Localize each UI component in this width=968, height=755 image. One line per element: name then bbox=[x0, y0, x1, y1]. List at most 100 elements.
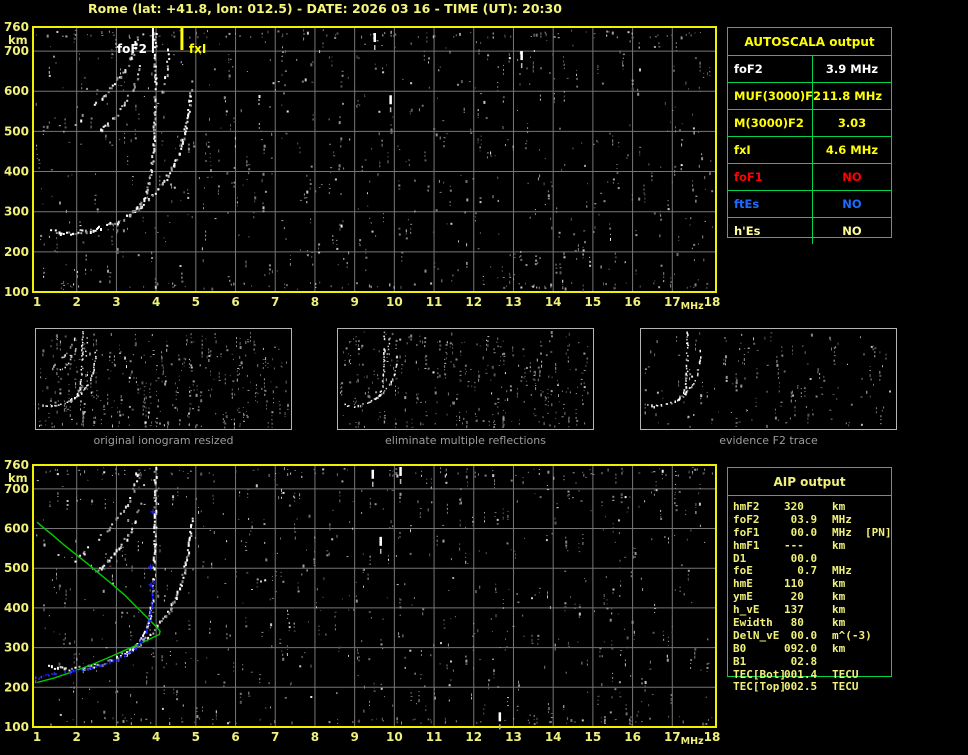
y-tick: 760 bbox=[4, 458, 29, 472]
param-label: h'Es bbox=[734, 224, 761, 238]
param-label: D1 bbox=[733, 551, 747, 565]
x-tick: 1 bbox=[33, 295, 41, 309]
aip-row: B1 02.8 bbox=[727, 655, 957, 668]
table-row: h'Es NO bbox=[728, 217, 891, 244]
param-unit: TECU bbox=[832, 680, 859, 694]
y-axis-unit: km bbox=[8, 471, 28, 485]
x-tick: 8 bbox=[311, 730, 319, 744]
y-tick: 760 bbox=[4, 20, 29, 34]
param-unit: km bbox=[832, 616, 846, 630]
param-label: M(3000)F2 bbox=[734, 116, 804, 130]
param-label: hmE bbox=[733, 577, 753, 591]
y-tick: 300 bbox=[4, 205, 29, 219]
param-value: NO bbox=[812, 164, 891, 190]
x-tick: 16 bbox=[624, 730, 641, 744]
param-value: 3.9 MHz bbox=[812, 56, 891, 82]
param-value: 3.03 bbox=[812, 110, 891, 136]
param-unit: MHz bbox=[832, 525, 852, 539]
x-tick: 9 bbox=[350, 730, 358, 744]
x-tick: 8 bbox=[311, 295, 319, 309]
param-value: 320 bbox=[784, 500, 804, 513]
table-row: foF2 3.9 MHz bbox=[728, 56, 891, 82]
x-tick: 11 bbox=[426, 730, 443, 744]
autoscala-output-table: AUTOSCALA output foF2 3.9 MHz MUF(3000)F… bbox=[727, 27, 892, 244]
param-value: 03.9 bbox=[784, 512, 818, 526]
annotation-fxI: fxI bbox=[189, 42, 206, 56]
param-label: fxI bbox=[734, 143, 751, 157]
param-value: 137 bbox=[784, 603, 804, 617]
x-tick: 15 bbox=[585, 295, 602, 309]
page-title: Rome (lat: +41.8, lon: 012.5) - DATE: 20… bbox=[88, 1, 562, 16]
param-label: hmF1 bbox=[733, 538, 760, 552]
param-label: h_vE bbox=[733, 603, 760, 617]
x-tick: 12 bbox=[465, 730, 482, 744]
x-tick: 10 bbox=[386, 730, 403, 744]
y-tick: 100 bbox=[4, 285, 29, 299]
x-tick: 6 bbox=[231, 295, 239, 309]
x-tick: 14 bbox=[545, 295, 562, 309]
aip-table-header: AIP output bbox=[728, 468, 891, 496]
x-tick: 16 bbox=[624, 295, 641, 309]
param-label: TEC[Bot] bbox=[733, 667, 786, 681]
x-tick: 2 bbox=[73, 295, 81, 309]
x-tick: 3 bbox=[112, 295, 120, 309]
y-tick: 200 bbox=[4, 245, 29, 259]
panel-caption: original ionogram resized bbox=[93, 434, 234, 447]
aip-row: hmF1 --- km bbox=[727, 539, 957, 552]
x-tick: 15 bbox=[585, 730, 602, 744]
param-unit: km bbox=[832, 590, 846, 604]
aip-row: B0 092.0 km bbox=[727, 642, 957, 655]
x-tick: 6 bbox=[231, 730, 239, 744]
autoscala-table-header: AUTOSCALA output bbox=[728, 28, 891, 56]
x-axis-unit: MHz bbox=[681, 736, 704, 747]
param-label: B0 bbox=[733, 641, 747, 655]
y-tick: 300 bbox=[4, 641, 29, 655]
param-label: ymE bbox=[733, 590, 753, 604]
aip-row: ymE 20 km bbox=[727, 590, 957, 603]
param-label: B1 bbox=[733, 654, 747, 668]
panel-original-ionogram bbox=[35, 328, 292, 430]
panel-caption: evidence F2 trace bbox=[719, 434, 818, 447]
table-row: fxI 4.6 MHz bbox=[728, 136, 891, 163]
param-value: 80 bbox=[784, 616, 804, 630]
param-label: TEC[Top] bbox=[733, 680, 786, 694]
x-tick: 4 bbox=[152, 730, 160, 744]
aip-row: h_vE 137 km bbox=[727, 603, 957, 616]
param-value: 092.0 bbox=[784, 641, 818, 655]
aip-row: foE 0.7 MHz bbox=[727, 564, 957, 577]
x-tick: 3 bbox=[112, 730, 120, 744]
param-label: Ewidth bbox=[733, 616, 773, 630]
param-label: foF2 bbox=[734, 62, 763, 76]
x-tick: 1 bbox=[33, 730, 41, 744]
param-unit: km bbox=[832, 500, 846, 513]
x-tick: 13 bbox=[505, 295, 522, 309]
x-tick: 14 bbox=[545, 730, 562, 744]
param-value: 11.8 MHz bbox=[812, 83, 891, 109]
param-unit: km bbox=[832, 538, 846, 552]
x-tick: 7 bbox=[271, 730, 279, 744]
x-tick: 4 bbox=[152, 295, 160, 309]
x-tick: 5 bbox=[192, 730, 200, 744]
y-tick: 600 bbox=[4, 522, 29, 536]
x-axis-unit: MHz bbox=[681, 301, 704, 312]
table-row: ftEs NO bbox=[728, 190, 891, 217]
aip-row: foF1 00.0 MHz [PN] bbox=[727, 526, 957, 539]
param-value: NO bbox=[812, 191, 891, 217]
panel-caption: eliminate multiple reflections bbox=[385, 434, 546, 447]
param-label: foE bbox=[733, 564, 753, 578]
param-value: 001.4 bbox=[784, 667, 818, 681]
x-tick: 2 bbox=[73, 730, 81, 744]
x-tick: 11 bbox=[426, 295, 443, 309]
table-row: M(3000)F2 3.03 bbox=[728, 109, 891, 136]
x-tick: 17 bbox=[664, 730, 681, 744]
param-unit: m^(-3) bbox=[832, 628, 872, 642]
param-value: 00.0 bbox=[784, 551, 818, 565]
param-value: 002.5 bbox=[784, 680, 818, 694]
x-tick: 5 bbox=[192, 295, 200, 309]
x-tick: 17 bbox=[664, 295, 681, 309]
param-unit: km bbox=[832, 577, 846, 591]
param-value: 110 bbox=[784, 577, 804, 591]
param-note: [PN] bbox=[865, 525, 892, 539]
panel-evidence-f2-trace bbox=[640, 328, 897, 430]
x-tick: 18 bbox=[704, 730, 721, 744]
